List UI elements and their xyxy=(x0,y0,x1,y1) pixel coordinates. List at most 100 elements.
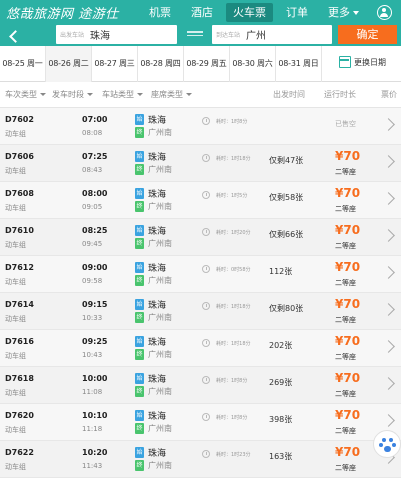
train-row[interactable]: D7612 动车组 09:00 09:58 始珠海 终广州南 耗时：0时58分 … xyxy=(0,256,401,293)
ticket-price: ¥70 xyxy=(335,186,361,200)
tickets-remaining: 112张 xyxy=(269,267,293,276)
train-row[interactable]: D7610 动车组 08:25 09:45 始珠海 终广州南 耗时：1时20分 … xyxy=(0,219,401,256)
start-badge-icon: 始 xyxy=(135,262,144,273)
clock-icon xyxy=(202,376,210,384)
chevron-right-icon[interactable] xyxy=(382,340,395,353)
end-badge-icon: 终 xyxy=(135,201,144,212)
train-type: 动车组 xyxy=(5,241,26,249)
chevron-right-icon[interactable] xyxy=(382,303,395,316)
sort-departure-time[interactable]: 出发时间 xyxy=(273,89,305,100)
duration: 耗时：1时18分 xyxy=(216,156,251,162)
train-row[interactable]: D7606 动车组 07:25 08:43 始珠海 终广州南 耗时：1时18分 … xyxy=(0,145,401,182)
tickets-remaining: 仅剩58张 xyxy=(269,193,304,202)
brand-logo[interactable]: 悠哉旅游网 途游仕 xyxy=(6,3,119,22)
destination-station: 终广州南 xyxy=(135,164,172,175)
origin-station-name: 珠海 xyxy=(148,338,167,348)
caret-down-icon xyxy=(40,93,46,96)
origin-station-name: 珠海 xyxy=(148,301,167,311)
to-station-field[interactable]: 到达车站 广州 xyxy=(212,25,332,44)
nav-orders[interactable]: 订单 xyxy=(279,3,315,22)
origin-station-name: 珠海 xyxy=(148,153,167,163)
duration: 耗时：1时5分 xyxy=(216,193,248,199)
origin-station-name: 珠海 xyxy=(148,264,167,274)
change-date-label: 更换日期 xyxy=(354,57,386,67)
ticket-price: ¥70 xyxy=(335,371,361,385)
confirm-button[interactable]: 确定 xyxy=(338,25,397,44)
start-badge-icon: 始 xyxy=(135,373,144,384)
origin-station: 始珠海 xyxy=(135,224,166,237)
train-code: D7608 xyxy=(5,189,34,198)
train-row[interactable]: D7616 动车组 09:25 10:43 始珠海 终广州南 耗时：1时18分 … xyxy=(0,330,401,367)
train-row[interactable]: D7608 动车组 08:00 09:05 始珠海 终广州南 耗时：1时5分 仅… xyxy=(0,182,401,219)
end-badge-icon: 终 xyxy=(135,312,144,323)
back-arrow-icon[interactable] xyxy=(8,27,22,45)
from-station-field[interactable]: 出发车站 珠海 xyxy=(56,25,177,44)
from-station-label: 出发车站 xyxy=(60,32,85,39)
caret-down-icon xyxy=(186,93,192,96)
duration: 耗时：0时58分 xyxy=(216,267,251,273)
departure-time: 10:10 xyxy=(82,411,108,420)
departure-time: 08:00 xyxy=(82,189,108,198)
train-row[interactable]: D7614 动车组 09:15 10:33 始珠海 终广州南 耗时：1时18分 … xyxy=(0,293,401,330)
sort-duration[interactable]: 运行时长 xyxy=(324,89,356,100)
swap-stations-icon[interactable] xyxy=(184,29,206,40)
date-tab[interactable]: 08-31 周日 xyxy=(276,45,322,82)
paw-icon[interactable] xyxy=(373,430,401,458)
chevron-right-icon[interactable] xyxy=(382,229,395,242)
chevron-right-icon[interactable] xyxy=(382,414,395,427)
date-tab[interactable]: 08-28 周四 xyxy=(138,45,184,82)
destination-station: 终广州南 xyxy=(135,201,172,212)
train-row[interactable]: D7618 动车组 10:00 11:08 始珠海 终广州南 耗时：1时8分 2… xyxy=(0,367,401,404)
origin-station: 始珠海 xyxy=(135,298,166,311)
origin-station: 始珠海 xyxy=(135,113,166,126)
chevron-right-icon[interactable] xyxy=(382,192,395,205)
chevron-right-icon[interactable] xyxy=(382,118,395,131)
start-badge-icon: 始 xyxy=(135,188,144,199)
user-icon[interactable] xyxy=(377,5,392,20)
seat-class: 二等座 xyxy=(335,464,356,472)
tickets-remaining: 仅剩80张 xyxy=(269,304,304,313)
filter-seat-type[interactable]: 座席类型 xyxy=(151,89,192,100)
nav-flights[interactable]: 机票 xyxy=(142,3,178,22)
train-row[interactable]: D7620 动车组 10:10 11:18 始珠海 终广州南 耗时：1时8分 3… xyxy=(0,404,401,441)
destination-station: 终广州南 xyxy=(135,423,172,434)
nav-hotels[interactable]: 酒店 xyxy=(184,3,220,22)
arrival-time: 09:05 xyxy=(82,203,103,211)
chevron-right-icon[interactable] xyxy=(382,155,395,168)
destination-station: 终广州南 xyxy=(135,127,172,138)
filter-departure-time[interactable]: 发车时段 xyxy=(52,89,93,100)
date-tab[interactable]: 08-27 周三 xyxy=(92,45,138,82)
train-row[interactable]: D7602 动车组 07:00 08:08 始珠海 终广州南 耗时：1时8分 已… xyxy=(0,108,401,145)
destination-station-name: 广州南 xyxy=(148,165,172,174)
sort-price[interactable]: 票价 xyxy=(381,89,397,100)
chevron-right-icon[interactable] xyxy=(382,377,395,390)
clock-icon xyxy=(202,154,210,162)
date-tab-selected[interactable]: 08-26 周二 xyxy=(46,45,92,82)
departure-time: 10:20 xyxy=(82,448,108,457)
train-code: D7620 xyxy=(5,411,34,420)
start-badge-icon: 始 xyxy=(135,447,144,458)
nav-more[interactable]: 更多 xyxy=(321,3,366,22)
filter-station-type[interactable]: 车站类型 xyxy=(102,89,143,100)
date-tab[interactable]: 08-30 周六 xyxy=(230,45,276,82)
chevron-right-icon[interactable] xyxy=(382,266,395,279)
change-date-button[interactable]: 更换日期 xyxy=(339,56,386,68)
end-badge-icon: 终 xyxy=(135,275,144,286)
origin-station: 始珠海 xyxy=(135,409,166,422)
train-type: 动车组 xyxy=(5,167,26,175)
train-row[interactable]: D7622 动车组 10:20 11:43 始珠海 终广州南 耗时：1时23分 … xyxy=(0,441,401,478)
destination-station: 终广州南 xyxy=(135,386,172,397)
clock-icon xyxy=(202,191,210,199)
ticket-price: ¥70 xyxy=(335,445,361,459)
departure-time: 09:15 xyxy=(82,300,108,309)
nav-trains[interactable]: 火车票 xyxy=(226,3,273,22)
filter-train-type[interactable]: 车次类型 xyxy=(5,89,46,100)
date-tab[interactable]: 08-29 周五 xyxy=(184,45,230,82)
date-tabs: 08-25 周一 08-26 周二 08-27 周三 08-28 周四 08-2… xyxy=(0,45,401,82)
origin-station: 始珠海 xyxy=(135,372,166,385)
date-tab[interactable]: 08-25 周一 xyxy=(0,45,46,82)
destination-station-name: 广州南 xyxy=(148,276,172,285)
sold-out-label: 已售空 xyxy=(335,120,356,128)
train-code: D7610 xyxy=(5,226,34,235)
tickets-remaining: 163张 xyxy=(269,452,293,461)
